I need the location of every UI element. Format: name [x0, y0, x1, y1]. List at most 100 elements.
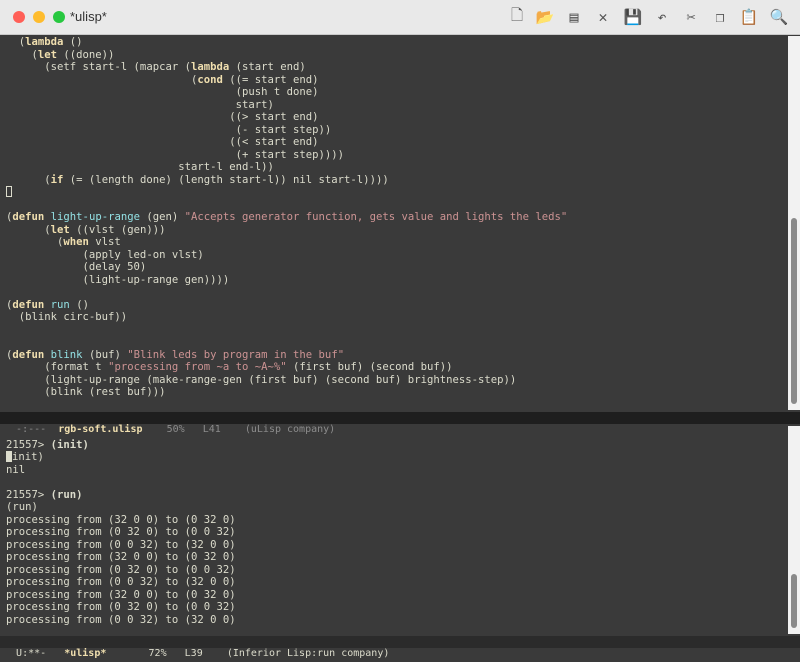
code-line: (defun light-up-range (gen) "Accepts gen…: [6, 211, 788, 224]
code-token: ((< start end): [6, 136, 319, 148]
code-line: nil: [6, 464, 788, 477]
code-token: "Accepts generator function, gets value …: [184, 211, 568, 223]
code-line: (format t "processing from ~a to ~A~%" (…: [6, 361, 788, 374]
code-token: start): [6, 98, 274, 111]
code-line: processing from (32 0 0) to (0 32 0): [6, 514, 788, 527]
code-token: processing from (0 0 32) to (32 0 0): [6, 538, 236, 551]
code-token: (- start step)): [6, 123, 332, 136]
undo-icon[interactable]: ↶: [651, 6, 673, 28]
code-token: (run): [50, 488, 83, 501]
code-token: blink: [50, 348, 83, 361]
code-token: light-up-range: [50, 211, 140, 223]
code-line: (blink circ-buf)): [6, 311, 788, 324]
code-token: defun: [12, 211, 45, 223]
modeline-buffer-name[interactable]: *ulisp*: [64, 648, 106, 659]
code-token: (: [6, 48, 38, 61]
window-title: *ulisp*: [70, 9, 107, 24]
code-token: let: [37, 48, 58, 61]
code-token: let: [50, 223, 70, 236]
code-line: (cond ((= start end): [6, 74, 788, 87]
code-line: (light-up-range (make-range-gen (first b…: [6, 374, 788, 387]
close-icon[interactable]: ✕: [592, 6, 614, 28]
code-line: (blink (rest buf))): [6, 386, 788, 399]
save-disk-icon[interactable]: 💾: [622, 6, 644, 28]
code-token: (blink (rest buf))): [6, 386, 166, 398]
editor-scrollbar-thumb[interactable]: [791, 218, 797, 404]
editor-pane[interactable]: (lambda () (let ((done)) (setf start-l (…: [0, 36, 788, 410]
code-token: defun: [12, 298, 45, 311]
cut-icon[interactable]: ✂: [680, 6, 702, 28]
code-line: processing from (0 0 32) to (32 0 0): [6, 576, 788, 589]
code-line: (push t done): [6, 86, 788, 99]
code-token: nil: [6, 463, 26, 476]
code-line: (run): [6, 501, 788, 514]
editor-modeline: -:--- rgb-soft.ulisp 50% L41 (uLisp comp…: [0, 412, 800, 435]
repl-output[interactable]: 21557> (init) init) nil 21557> (run) (run) pr…: [0, 426, 788, 626]
code-token: ((done)): [57, 48, 115, 61]
code-token: (: [6, 223, 51, 236]
search-icon[interactable]: 🔍: [768, 6, 790, 28]
copy-icon[interactable]: ❐: [709, 6, 731, 28]
code-token: (delay 50): [6, 261, 147, 273]
code-token: (light-up-range gen)))): [6, 273, 230, 286]
code-line: processing from (0 0 32) to (32 0 0): [6, 614, 788, 627]
source-code[interactable]: (lambda () (let ((done)) (setf start-l (…: [0, 36, 788, 399]
code-token: "processing from ~a to ~A~%": [108, 361, 287, 373]
repl-scrollbar-thumb[interactable]: [791, 574, 797, 628]
code-line: (if (= (length done) (length start-l)) n…: [6, 174, 788, 187]
code-line: (- start step)): [6, 124, 788, 137]
code-token: (apply led-on vlst): [6, 248, 204, 261]
minimize-window-button[interactable]: [33, 11, 45, 23]
code-token: (= (length done) (length start-l)) nil s…: [63, 173, 389, 186]
modeline-mode[interactable]: (Inferior Lisp:run company): [227, 648, 390, 659]
maximize-window-button[interactable]: [53, 11, 65, 23]
code-token: lambda: [190, 61, 230, 73]
repl-scrollbar[interactable]: [788, 426, 800, 634]
code-token: vlst: [88, 236, 121, 248]
save-icon[interactable]: ▤: [563, 6, 585, 28]
code-token: (blink circ-buf)): [6, 311, 128, 323]
code-token: (buf): [82, 348, 128, 361]
code-line: (defun run (): [6, 299, 788, 312]
code-line: (apply led-on vlst): [6, 249, 788, 262]
code-token: (): [63, 36, 83, 48]
code-token: (+ start step)))): [6, 148, 345, 161]
repl-modeline: U:**- *ulisp* 72% L39 (Inferior Lisp:run…: [0, 636, 800, 659]
code-line: (delay 50): [6, 261, 788, 274]
code-token: (: [6, 236, 64, 248]
close-window-button[interactable]: [13, 11, 25, 23]
code-token: ((= start end): [222, 73, 319, 86]
code-line: (defun blink (buf) "Blink leds by progra…: [6, 349, 788, 362]
code-token: run: [50, 298, 70, 311]
code-token: processing from (32 0 0) to (0 32 0): [6, 551, 236, 563]
code-token: (format t: [6, 361, 109, 373]
code-token: processing from (0 32 0) to (0 0 32): [6, 526, 236, 538]
code-token: processing from (32 0 0) to (0 32 0): [6, 588, 236, 601]
paste-icon[interactable]: 📋: [738, 6, 760, 28]
code-token: (gen): [139, 211, 185, 223]
new-file-icon[interactable]: 🗋: [506, 6, 528, 28]
code-token: processing from (32 0 0) to (0 32 0): [6, 513, 236, 526]
code-token: start-l end-l)): [6, 161, 274, 173]
code-line: ((< start end): [6, 136, 788, 149]
repl-pane[interactable]: 21557> (init) init) nil 21557> (run) (run) pr…: [0, 426, 788, 634]
code-line: processing from (0 32 0) to (0 0 32): [6, 601, 788, 614]
code-token: processing from (0 0 32) to (32 0 0): [6, 613, 236, 626]
code-line: (when vlst: [6, 236, 788, 249]
code-token: (init): [50, 438, 89, 451]
code-token: when: [63, 236, 89, 248]
open-folder-icon[interactable]: 📂: [534, 6, 556, 28]
code-token: processing from (0 32 0) to (0 0 32): [6, 563, 236, 576]
code-token: init): [12, 451, 44, 463]
code-token: (: [6, 36, 26, 48]
modeline-status: U:**-: [16, 648, 47, 659]
code-line: (setf start-l (mapcar (lambda (start end…: [6, 61, 788, 74]
code-token: processing from (0 0 32) to (32 0 0): [6, 576, 236, 588]
editor-scrollbar[interactable]: [788, 36, 800, 410]
code-token: (first buf) (second buf)): [286, 361, 453, 373]
